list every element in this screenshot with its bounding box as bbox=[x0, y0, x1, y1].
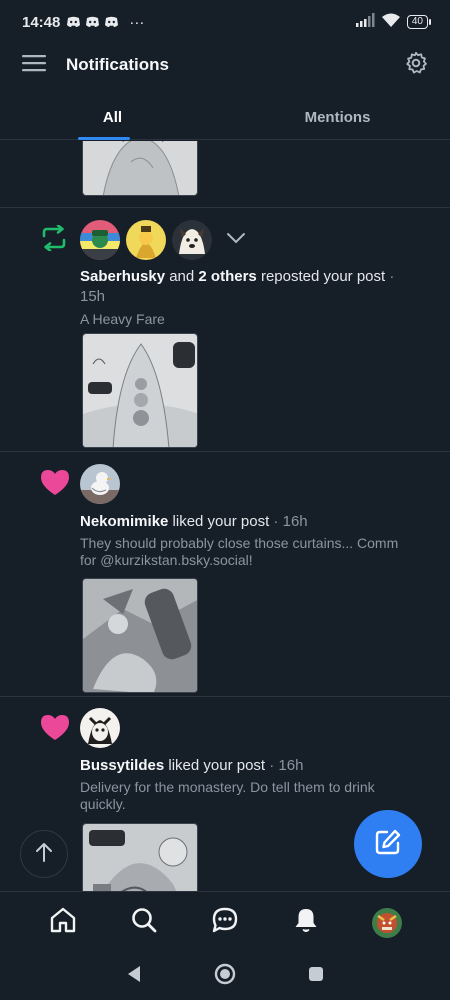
nav-home[interactable] bbox=[43, 903, 83, 943]
discord-notification-icon bbox=[104, 16, 119, 28]
bell-icon bbox=[292, 906, 320, 939]
post-thumbnail[interactable] bbox=[82, 823, 198, 891]
avatar[interactable] bbox=[126, 220, 166, 260]
repost-icon bbox=[40, 224, 68, 256]
battery-indicator: 40 bbox=[406, 15, 432, 29]
chevron-down-icon[interactable] bbox=[226, 231, 246, 249]
notification-tabs: All Mentions bbox=[0, 96, 450, 140]
post-snippet: A Heavy Fare bbox=[80, 311, 165, 327]
avatar[interactable] bbox=[80, 708, 120, 748]
notification-text: Saberhusky and 2 others reposted your po… bbox=[80, 267, 420, 307]
notification-action: liked your post bbox=[168, 513, 270, 530]
app-header: Notifications bbox=[0, 44, 450, 86]
notification-text: Nekomimike liked your post · 16h bbox=[80, 512, 420, 532]
notification-repost[interactable]: Saberhusky and 2 others reposted your po… bbox=[0, 208, 450, 451]
post-thumbnail[interactable] bbox=[82, 333, 198, 448]
discord-notification-icon bbox=[66, 16, 81, 28]
wifi-icon bbox=[381, 13, 401, 32]
compose-post-button[interactable] bbox=[354, 810, 422, 878]
more-notifications-dots: ··· bbox=[129, 13, 145, 31]
system-navigation-bar bbox=[0, 953, 450, 1000]
notification-user[interactable]: Nekomimike bbox=[80, 513, 168, 530]
compose-icon bbox=[374, 828, 402, 861]
notification-like[interactable]: Nekomimike liked your post · 16h They sh… bbox=[0, 452, 450, 696]
liker-avatars bbox=[80, 708, 120, 748]
heart-icon bbox=[40, 469, 70, 501]
menu-icon[interactable] bbox=[22, 54, 46, 77]
avatar[interactable] bbox=[80, 220, 120, 260]
post-thumbnail[interactable] bbox=[82, 141, 198, 196]
liker-avatars bbox=[80, 464, 120, 504]
tab-mentions[interactable]: Mentions bbox=[225, 96, 450, 139]
heart-icon bbox=[40, 714, 70, 746]
notification-action: liked your post bbox=[164, 757, 266, 774]
nav-search[interactable] bbox=[124, 903, 164, 943]
gear-icon[interactable] bbox=[404, 51, 428, 80]
reposter-avatars bbox=[80, 220, 246, 260]
page-title: Notifications bbox=[66, 55, 169, 74]
signal-icon bbox=[355, 13, 375, 31]
notification-time: · 16h bbox=[265, 757, 304, 774]
notification-time: · 16h bbox=[269, 513, 308, 530]
nav-chat[interactable] bbox=[205, 903, 245, 943]
home-circle-icon[interactable] bbox=[213, 962, 237, 991]
post-snippet: They should probably close those curtain… bbox=[80, 535, 399, 568]
nav-notifications[interactable] bbox=[286, 903, 326, 943]
back-icon[interactable] bbox=[125, 964, 143, 989]
status-bar: 14:48 ··· 40 bbox=[0, 0, 450, 44]
search-icon bbox=[130, 906, 158, 939]
notification-user[interactable]: Saberhusky bbox=[80, 268, 165, 285]
tab-all[interactable]: All bbox=[0, 96, 225, 139]
scroll-to-top-button[interactable] bbox=[20, 830, 68, 878]
nav-profile[interactable] bbox=[367, 903, 407, 943]
notification-user[interactable]: Bussytildes bbox=[80, 757, 164, 774]
home-icon bbox=[49, 906, 77, 939]
chat-icon bbox=[211, 906, 239, 939]
profile-avatar bbox=[372, 907, 403, 938]
notification-others[interactable]: 2 others bbox=[198, 268, 256, 285]
notification-action: reposted your post bbox=[256, 268, 386, 285]
bottom-navigation bbox=[0, 891, 450, 953]
status-time: 14:48 bbox=[22, 13, 61, 31]
post-snippet: Delivery for the monastery. Do tell them… bbox=[80, 779, 375, 812]
notification-text: Bussytildes liked your post · 16h bbox=[80, 756, 420, 776]
active-tab-indicator bbox=[78, 137, 130, 140]
avatar[interactable] bbox=[172, 220, 212, 260]
notification-feed[interactable]: Saberhusky and 2 others reposted your po… bbox=[0, 141, 450, 891]
arrow-up-icon bbox=[35, 842, 53, 867]
discord-notification-icon bbox=[85, 16, 100, 28]
post-thumbnail[interactable] bbox=[82, 578, 198, 693]
avatar[interactable] bbox=[80, 464, 120, 504]
recents-icon[interactable] bbox=[307, 965, 325, 988]
notification-connector: and bbox=[165, 268, 199, 285]
